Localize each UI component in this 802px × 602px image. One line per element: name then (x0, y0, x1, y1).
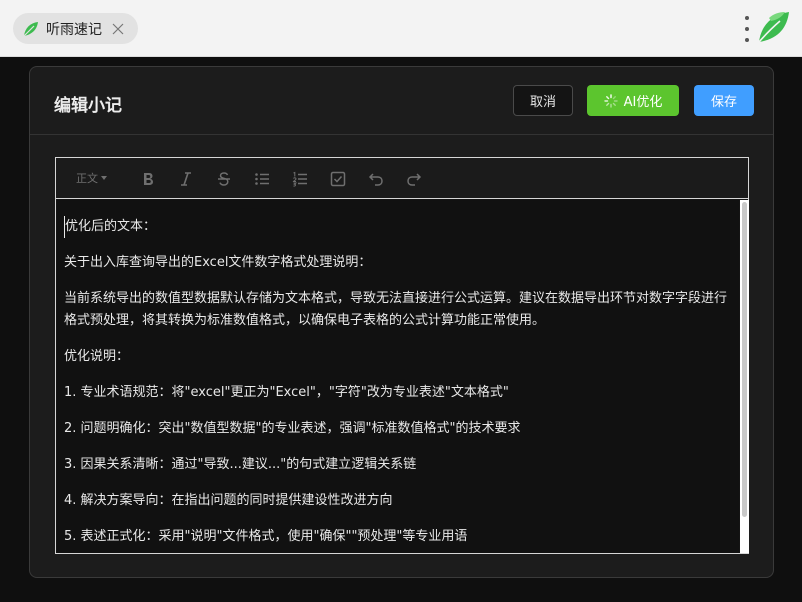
italic-icon[interactable] (175, 168, 197, 190)
paragraph: 3. 因果关系清晰：通过"导致...建议..."的句式建立逻辑关系链 (64, 457, 417, 472)
bullet-list-icon[interactable] (251, 168, 273, 190)
dialog-header: 编辑小记 取消 AI优化 保存 (30, 67, 773, 135)
paragraph: 4. 解决方案导向：在指出问题的同时提供建设性改进方向 (64, 493, 393, 508)
rich-text-editor: 正文 优化后的文本： 关于出入库查询导出的Excel文件数字格式处理说明： 当前… (55, 157, 749, 554)
dialog-title: 编辑小记 (54, 96, 122, 116)
checklist-icon[interactable] (327, 168, 349, 190)
cancel-button[interactable]: 取消 (513, 85, 573, 116)
paragraph: 当前系统导出的数值型数据默认存储为文本格式，导致无法直接进行公式运算。建议在数据… (64, 291, 728, 328)
paragraph: 2. 问题明确化：突出"数值型数据"的专业表述，强调"标准数值格式"的技术要求 (64, 421, 521, 436)
app-tab[interactable]: 听雨速记 (13, 13, 138, 44)
paragraph: 优化后的文本： (64, 216, 739, 238)
scrollbar-thumb[interactable] (742, 202, 747, 517)
more-menu-icon[interactable] (740, 16, 754, 42)
ordered-list-icon[interactable] (289, 168, 311, 190)
ai-optimize-label: AI优化 (623, 95, 663, 110)
paragraph: 关于出入库查询导出的Excel文件数字格式处理说明： (64, 255, 372, 270)
redo-icon[interactable] (403, 168, 425, 190)
paragraph: 5. 表述正式化：采用"说明"文件格式，使用"确保""预处理"等专业用语 (64, 529, 468, 544)
heading-select-value: 正文 (76, 172, 98, 185)
brand-bird-icon (758, 12, 789, 43)
heading-select[interactable]: 正文 (76, 170, 107, 186)
loading-spinner-icon (603, 93, 618, 108)
editor-content[interactable]: 优化后的文本： 关于出入库查询导出的Excel文件数字格式处理说明： 当前系统导… (57, 200, 739, 553)
bold-icon[interactable] (137, 168, 159, 190)
undo-icon[interactable] (365, 168, 387, 190)
close-icon[interactable] (110, 21, 126, 37)
chevron-down-icon (101, 176, 107, 180)
save-button[interactable]: 保存 (694, 85, 754, 116)
window-titlebar: 听雨速记 (0, 0, 802, 57)
paragraph: 1. 专业术语规范：将"excel"更正为"Excel"，"字符"改为专业表述"… (64, 385, 509, 400)
edit-note-dialog: 编辑小记 取消 AI优化 保存 正文 优化后的文本： 关于出入库查询导出的Exc… (29, 66, 774, 578)
editor-scrollbar[interactable] (740, 200, 749, 553)
app-tab-title: 听雨速记 (46, 21, 102, 38)
paragraph: 优化说明： (64, 349, 130, 364)
bird-logo-icon (23, 21, 38, 36)
ai-optimize-button[interactable]: AI优化 (587, 85, 679, 116)
editor-toolbar: 正文 (56, 158, 748, 199)
strikethrough-icon[interactable] (213, 168, 235, 190)
